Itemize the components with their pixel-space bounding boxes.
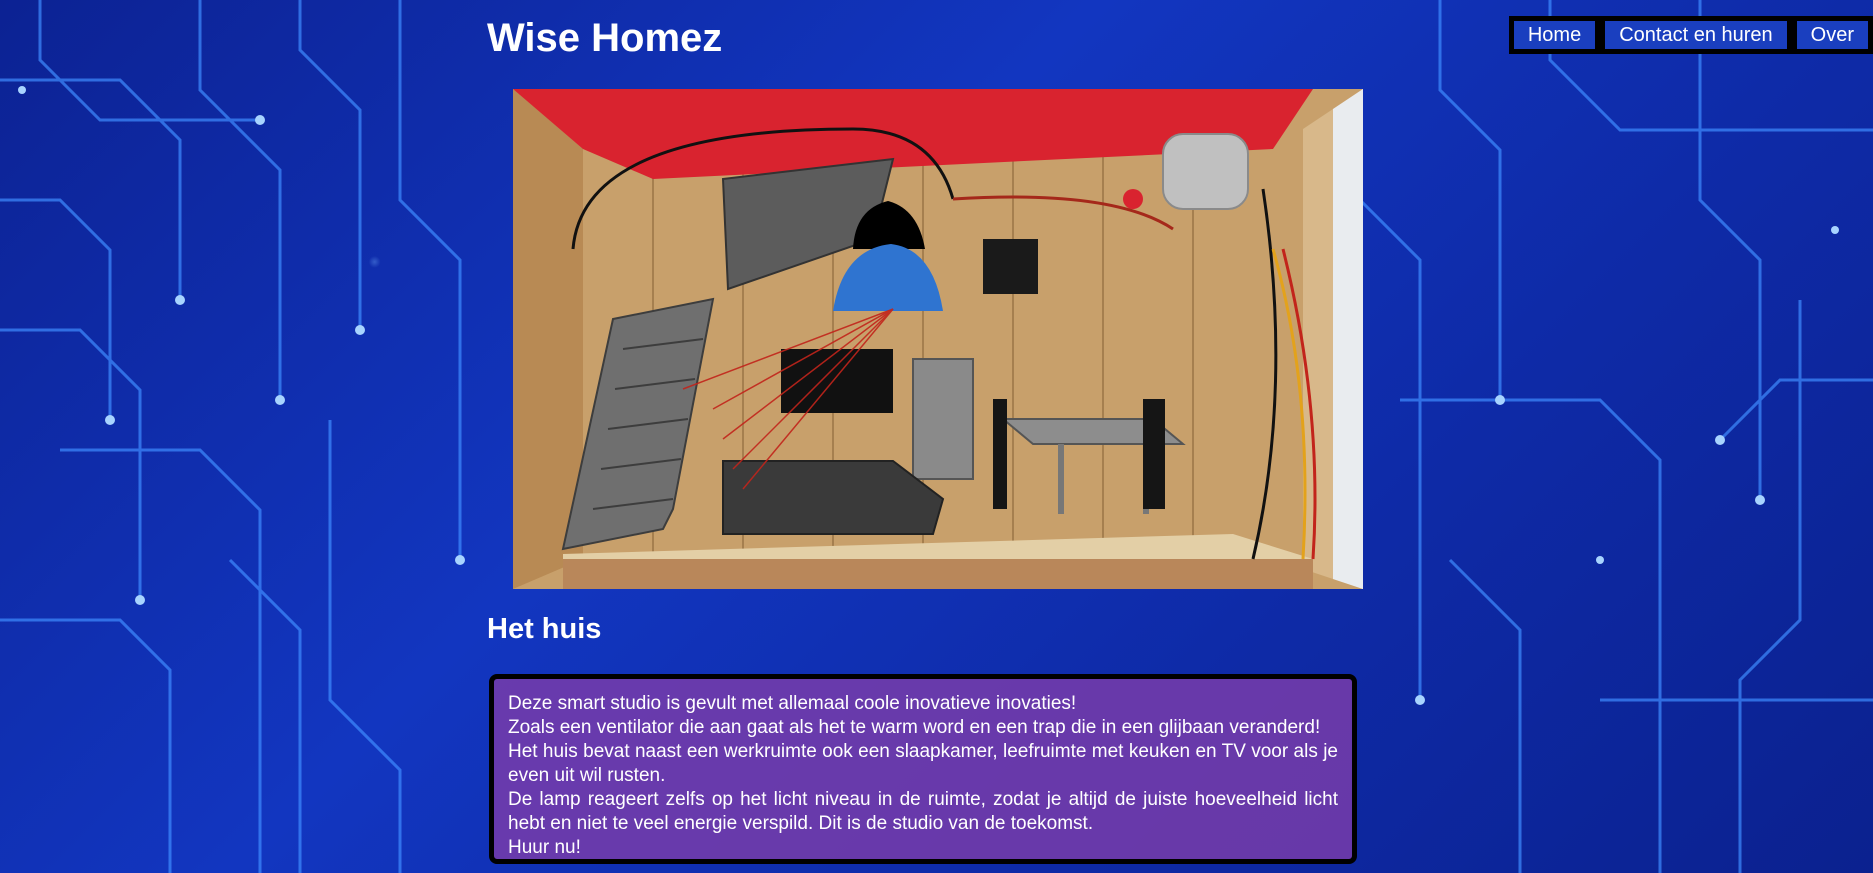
description-line: De lamp reageert zelfs op het licht nive… [508, 789, 1338, 834]
description-line: Huur nu! [508, 837, 581, 858]
description-line: Het huis bevat naast een werkruimte ook … [508, 741, 1338, 786]
nav-home-link[interactable]: Home [1511, 19, 1598, 51]
description-line: Deze smart studio is gevult met allemaal… [508, 693, 1077, 714]
studio-model-illustration [513, 89, 1363, 589]
nav-over-link[interactable]: Over [1794, 19, 1870, 51]
description-box: Deze smart studio is gevult met allemaal… [489, 674, 1357, 864]
description-line: Zoals een ventilator die aan gaat als he… [508, 717, 1321, 738]
studio-photo [513, 89, 1363, 589]
nav-contact-link[interactable]: Contact en huren [1603, 19, 1789, 51]
site-title: Wise Homez [487, 16, 723, 60]
main-nav: Home Contact en huren Over [1508, 16, 1873, 54]
section-title: Het huis [487, 613, 602, 645]
